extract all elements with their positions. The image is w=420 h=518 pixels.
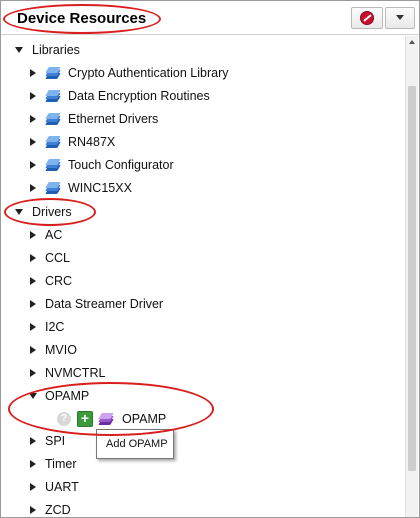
layers-icon bbox=[45, 135, 61, 149]
tree-item-library[interactable]: RN487X bbox=[1, 131, 401, 153]
expand-arrow-icon[interactable] bbox=[15, 209, 23, 215]
tree-item-label: Data Encryption Routines bbox=[68, 89, 210, 103]
expand-arrow-icon[interactable] bbox=[30, 92, 36, 100]
tree-item-library[interactable]: Crypto Authentication Library bbox=[1, 62, 401, 84]
scroll-up-icon[interactable] bbox=[409, 40, 415, 44]
expand-arrow-icon[interactable] bbox=[30, 115, 36, 123]
tree-item-driver[interactable]: CRC bbox=[1, 270, 401, 292]
expand-arrow-icon[interactable] bbox=[30, 138, 36, 146]
expand-arrow-icon[interactable] bbox=[30, 69, 36, 77]
layers-icon bbox=[45, 89, 61, 103]
tree-item-library[interactable]: WINC15XX bbox=[1, 177, 401, 199]
expand-arrow-icon[interactable] bbox=[30, 277, 36, 285]
tree-item-label: MVIO bbox=[45, 343, 77, 357]
expand-arrow-icon[interactable] bbox=[30, 460, 36, 468]
tree-item-label: SPI bbox=[45, 434, 66, 448]
layers-icon bbox=[98, 412, 114, 426]
expand-arrow-icon[interactable] bbox=[15, 47, 23, 53]
expand-arrow-icon[interactable] bbox=[30, 483, 36, 491]
tree-item-driver[interactable]: NVMCTRL bbox=[1, 362, 401, 384]
expand-arrow-icon[interactable] bbox=[30, 437, 36, 445]
expand-arrow-icon[interactable] bbox=[30, 161, 36, 169]
panel-header: Device Resources bbox=[1, 1, 419, 35]
tree-component-opamp[interactable]: ? + OPAMP bbox=[1, 408, 401, 430]
layers-icon bbox=[45, 158, 61, 172]
tree-item-label: Data Streamer Driver bbox=[45, 297, 164, 311]
tree-item-label: Touch Configurator bbox=[68, 158, 174, 172]
layers-icon bbox=[45, 112, 61, 126]
tree-item-library[interactable]: Touch Configurator bbox=[1, 154, 401, 176]
expand-arrow-icon[interactable] bbox=[30, 346, 36, 354]
tree-item-label: WINC15XX bbox=[68, 181, 132, 195]
tree-item-label: CRC bbox=[45, 274, 73, 288]
tree-node-label: Drivers bbox=[32, 205, 72, 219]
help-icon[interactable]: ? bbox=[57, 412, 71, 426]
stop-icon bbox=[360, 11, 374, 25]
tree-item-label: NVMCTRL bbox=[45, 366, 106, 380]
panel-title: Device Resources bbox=[17, 10, 147, 27]
expand-arrow-icon[interactable] bbox=[29, 393, 37, 399]
tooltip: Add OPAMP bbox=[96, 429, 174, 459]
layers-icon bbox=[45, 181, 61, 195]
expand-arrow-icon[interactable] bbox=[30, 300, 36, 308]
tree-node-drivers[interactable]: Drivers bbox=[1, 201, 401, 223]
tree-item-label: I2C bbox=[45, 320, 65, 334]
tree-node-label: Libraries bbox=[32, 43, 80, 57]
tree-item-library[interactable]: Ethernet Drivers bbox=[1, 108, 401, 130]
tree-item-label: ZCD bbox=[45, 503, 71, 517]
tree-item-label: AC bbox=[45, 228, 63, 242]
tree-item-driver[interactable]: CCL bbox=[1, 247, 401, 269]
device-resources-panel: Device Resources Libraries Crypto Authen… bbox=[0, 0, 420, 518]
vertical-scrollbar[interactable] bbox=[405, 36, 418, 517]
tree-item-driver-opamp[interactable]: OPAMP bbox=[1, 385, 401, 407]
scrollbar-thumb[interactable] bbox=[408, 86, 416, 471]
expand-arrow-icon[interactable] bbox=[30, 323, 36, 331]
tree-node-libraries[interactable]: Libraries bbox=[1, 39, 401, 61]
tree-item-label: RN487X bbox=[68, 135, 116, 149]
component-label: OPAMP bbox=[122, 412, 167, 426]
expand-arrow-icon[interactable] bbox=[30, 184, 36, 192]
tree-item-label: CCL bbox=[45, 251, 71, 265]
tree-item-driver[interactable]: AC bbox=[1, 224, 401, 246]
tree-item-driver[interactable]: ZCD bbox=[1, 499, 401, 518]
chevron-down-icon bbox=[396, 15, 404, 20]
plus-icon[interactable]: + bbox=[77, 411, 93, 427]
expand-arrow-icon[interactable] bbox=[30, 369, 36, 377]
tree-item-driver[interactable]: SPI bbox=[1, 430, 401, 452]
tree-item-driver[interactable]: MVIO bbox=[1, 339, 401, 361]
tree-item-label: OPAMP bbox=[45, 389, 90, 403]
tree-item-label: Timer bbox=[45, 457, 77, 471]
expand-arrow-icon[interactable] bbox=[30, 254, 36, 262]
tree-item-label: Ethernet Drivers bbox=[68, 112, 159, 126]
tree-item-label: UART bbox=[45, 480, 79, 494]
layers-icon bbox=[45, 66, 61, 80]
tree-item-driver[interactable]: Timer bbox=[1, 453, 401, 475]
tree-item-label: Crypto Authentication Library bbox=[68, 66, 229, 80]
tree-item-driver[interactable]: UART bbox=[1, 476, 401, 498]
dropdown-button[interactable] bbox=[385, 7, 415, 29]
expand-arrow-icon[interactable] bbox=[30, 231, 36, 239]
expand-arrow-icon[interactable] bbox=[30, 506, 36, 514]
stop-button[interactable] bbox=[351, 7, 383, 29]
tree-item-driver[interactable]: Data Streamer Driver bbox=[1, 293, 401, 315]
tree-item-library[interactable]: Data Encryption Routines bbox=[1, 85, 401, 107]
tree-item-driver[interactable]: I2C bbox=[1, 316, 401, 338]
